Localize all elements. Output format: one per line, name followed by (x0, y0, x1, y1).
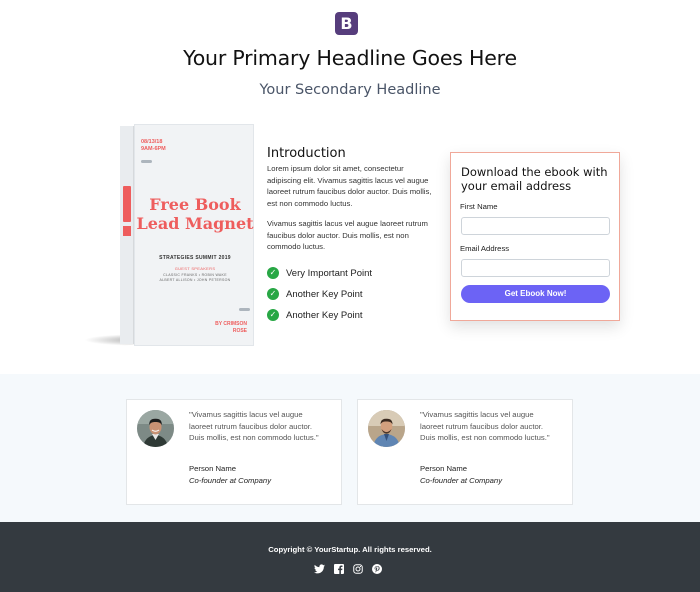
intro-title: Introduction (267, 146, 346, 161)
cover-time-text: 9AM-6PM (141, 146, 166, 152)
key-point: ✓ Another Key Point (267, 287, 363, 301)
first-name-input[interactable] (461, 217, 610, 235)
first-name-label: First Name (460, 202, 498, 211)
facebook-icon[interactable] (333, 563, 344, 574)
check-circle-icon: ✓ (267, 288, 279, 300)
footer: Copyright © YourStartup. All rights rese… (0, 522, 700, 592)
avatar (368, 410, 405, 447)
cover-title: Free Book Lead Magnet (135, 195, 255, 233)
testimonial-person-name: Person Name (420, 464, 467, 473)
copyright-text: Copyright © YourStartup. All rights rese… (268, 545, 432, 554)
key-point-label: Another Key Point (286, 309, 363, 321)
key-point-label: Very Important Point (286, 267, 373, 279)
pinterest-icon[interactable] (371, 563, 382, 574)
testimonial-person-role: Co-founder at Company (420, 476, 503, 485)
ebook-signup-form: Download the ebook with your email addre… (450, 152, 620, 321)
cover-author-line2: ROSE (232, 328, 247, 334)
cover-event: STRATEGIES SUMMIT 2019 (159, 255, 231, 261)
instagram-icon[interactable] (352, 563, 363, 574)
form-title: Download the ebook with your email addre… (461, 165, 608, 193)
cover-title-line2: Lead Magnet (136, 214, 254, 233)
cover-speakers: CLASSIC FRANKS • ROBIN WAKE ALBERT ALLIS… (135, 273, 255, 283)
secondary-headline: Your Secondary Headline (259, 82, 441, 98)
cover-pill-bottom (239, 308, 250, 311)
email-input[interactable] (461, 259, 610, 277)
cover-author-line1: BY CRIMSON (215, 321, 247, 327)
testimonials-section: "Vivamus sagittis lacus vel augue laoree… (0, 374, 700, 522)
spine-title-mark-2 (123, 226, 131, 236)
cover-guest-label: GUEST SPEAKERS (174, 266, 216, 271)
primary-headline: Your Primary Headline Goes Here (183, 46, 517, 70)
spine-title-mark (123, 186, 131, 222)
cover-title-line1: Free Book (149, 195, 241, 214)
testimonial-person-name: Person Name (189, 464, 236, 473)
get-ebook-button[interactable]: Get Ebook Now! (461, 285, 610, 303)
check-circle-icon: ✓ (267, 309, 279, 321)
email-label: Email Address (460, 244, 510, 253)
testimonial-person-role: Co-founder at Company (189, 476, 272, 485)
book-spine (120, 126, 134, 344)
cover-date-text: 08/13/18 (141, 139, 163, 145)
intro-paragraph-1: Lorem ipsum dolor sit amet, consectetur … (267, 164, 432, 208)
testimonial-card: "Vivamus sagittis lacus vel augue laoree… (126, 399, 342, 505)
intro-paragraph-2: Vivamus sagittis lacus vel augue laoreet… (267, 219, 428, 251)
key-point: ✓ Another Key Point (267, 308, 363, 322)
ebook-cover-image: 08/13/18 9AM-6PM Free Book Lead Magnet S… (84, 124, 254, 348)
cover-date: 08/13/18 9AM-6PM (141, 139, 166, 153)
testimonial-quote: "Vivamus sagittis lacus vel augue laoree… (420, 410, 550, 443)
check-circle-icon: ✓ (267, 267, 279, 279)
avatar (137, 410, 174, 447)
brand-logo[interactable]: B (335, 12, 358, 35)
testimonial-quote: "Vivamus sagittis lacus vel augue laoree… (189, 410, 319, 443)
key-point-label: Another Key Point (286, 288, 363, 300)
book-front-cover: 08/13/18 9AM-6PM Free Book Lead Magnet S… (134, 124, 254, 346)
social-links (314, 563, 382, 574)
key-point: ✓ Very Important Point (267, 266, 372, 280)
twitter-icon[interactable] (314, 563, 325, 574)
testimonial-card: "Vivamus sagittis lacus vel augue laoree… (357, 399, 573, 505)
cover-speakers-line2: ALBERT ALLISON • JOHN PETERSON (159, 278, 231, 282)
cover-pill-top (141, 160, 152, 163)
cover-author: BY CRIMSON ROSE (215, 321, 247, 335)
